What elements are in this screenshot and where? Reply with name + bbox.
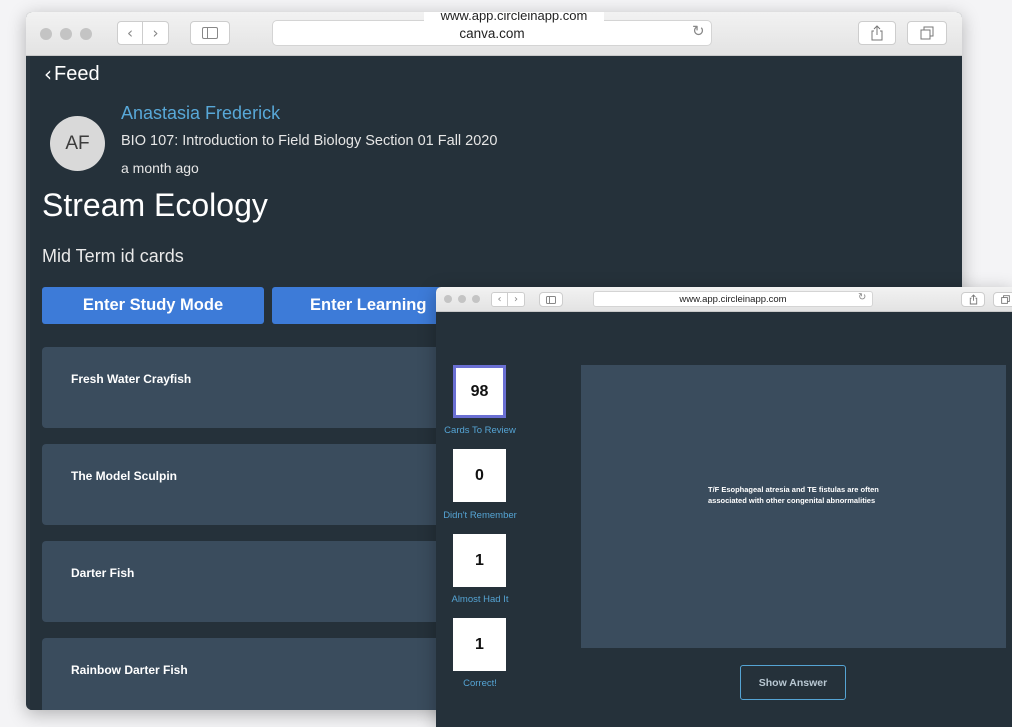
didnt-remember-label: Didn't Remember (443, 510, 517, 521)
show-answer-button[interactable]: Show Answer (740, 665, 846, 700)
correct-label: Correct! (463, 678, 497, 689)
back-link-label: Feed (54, 62, 100, 85)
sidebar-button[interactable] (190, 21, 230, 45)
sidebar-button[interactable] (539, 292, 563, 307)
reload-icon[interactable]: ↻ (858, 292, 866, 303)
back-to-feed-link[interactable]: ‹ Feed (44, 62, 100, 86)
card-label: Rainbow Darter Fish (71, 663, 188, 677)
forward-button[interactable]: › (143, 21, 169, 45)
tabs-icon (1000, 295, 1010, 304)
flashcard-display[interactable]: T/F Esophageal atresia and TE fistulas a… (581, 365, 1006, 648)
close-window-dot[interactable] (444, 295, 452, 303)
course-name: BIO 107: Introduction to Field Biology S… (121, 133, 498, 149)
page-title: Stream Ecology (42, 187, 268, 223)
deck-description: Mid Term id cards (42, 246, 184, 266)
card-label: Fresh Water Crayfish (71, 372, 192, 386)
chevron-right-icon: › (514, 294, 518, 305)
study-mode-window: ‹ › www.app.circleinapp.com ↻ 98 Cards T… (436, 287, 1012, 727)
almost-had-it-label: Almost Had It (451, 594, 509, 605)
url-banner: www.app.circleinapp.com (424, 12, 604, 26)
share-icon (969, 294, 977, 305)
chevron-left-icon: ‹ (497, 294, 502, 305)
back-button[interactable]: ‹ (491, 292, 508, 307)
flashcard-question: T/F Esophageal atresia and TE fistulas a… (708, 485, 879, 505)
back-button[interactable]: ‹ (117, 21, 143, 45)
address-bar[interactable]: www.app.circleinapp.com (593, 291, 873, 307)
correct-counter[interactable]: 1 (453, 618, 506, 671)
sidebar-icon (202, 27, 218, 39)
zoom-window-dot[interactable] (80, 28, 92, 40)
didnt-remember-counter[interactable]: 0 (453, 449, 506, 502)
tabs-button[interactable] (993, 292, 1012, 307)
author-name[interactable]: Anastasia Frederick (121, 103, 280, 124)
forward-button[interactable]: › (508, 292, 525, 307)
address-text: canva.com (459, 25, 525, 41)
cards-to-review-counter[interactable]: 98 (453, 365, 506, 418)
chevron-left-icon: ‹ (127, 24, 133, 42)
enter-study-mode-button[interactable]: Enter Study Mode (42, 287, 264, 324)
address-text: www.app.circleinapp.com (679, 293, 787, 305)
zoom-window-dot[interactable] (472, 295, 480, 303)
reload-icon[interactable]: ↻ (692, 22, 705, 40)
flashcard-item[interactable]: Rainbow Darter Fish (42, 638, 472, 710)
chevron-right-icon: › (152, 24, 159, 42)
post-timestamp: a month ago (121, 160, 199, 176)
almost-had-it-counter[interactable]: 1 (453, 534, 506, 587)
tabs-button[interactable] (907, 21, 947, 45)
tabs-icon (920, 26, 934, 40)
flashcard-item[interactable]: Fresh Water Crayfish (42, 347, 472, 428)
share-button[interactable] (858, 21, 896, 45)
avatar[interactable]: AF (50, 116, 105, 171)
cards-to-review-label: Cards To Review (444, 425, 516, 436)
minimize-window-dot[interactable] (60, 28, 72, 40)
study-content: 98 Cards To Review 0 Didn't Remember 1 A… (436, 312, 1012, 727)
minimize-window-dot[interactable] (458, 295, 466, 303)
share-icon (871, 25, 883, 41)
chevron-left-icon: ‹ (44, 62, 52, 86)
card-label: The Model Sculpin (71, 469, 178, 483)
flashcard-item[interactable]: Darter Fish (42, 541, 472, 622)
share-button[interactable] (961, 292, 985, 307)
study-toolbar: ‹ › www.app.circleinapp.com ↻ (436, 287, 1012, 312)
close-window-dot[interactable] (40, 28, 52, 40)
flashcard-item[interactable]: The Model Sculpin (42, 444, 472, 525)
sidebar-icon (546, 295, 556, 304)
card-label: Darter Fish (71, 566, 135, 580)
